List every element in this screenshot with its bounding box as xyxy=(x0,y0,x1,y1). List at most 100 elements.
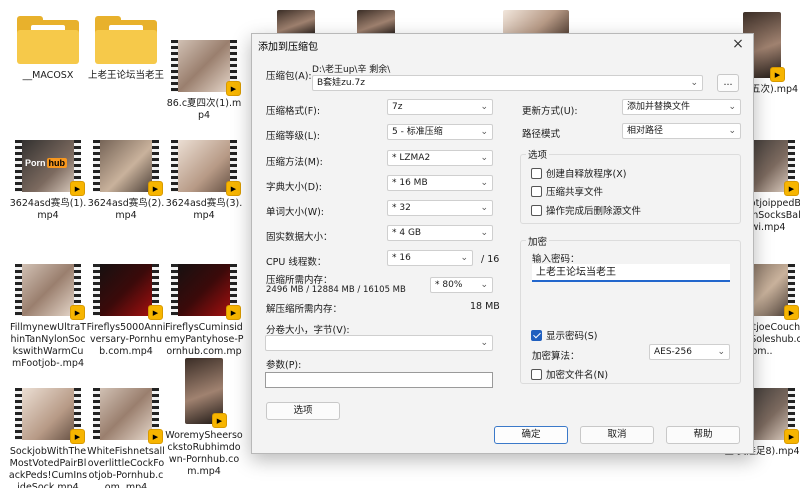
video-thumbnail: Porn hub ▶ xyxy=(15,140,85,196)
video-thumbnail: ▶ xyxy=(93,140,163,196)
file-item[interactable]: ▶ FillmynewUltraThinTanNylonSockswithWar… xyxy=(8,264,88,370)
video-thumbnail xyxy=(503,10,569,34)
path-select[interactable]: 相对路径 ⌄ xyxy=(622,123,741,139)
player-badge-icon: ▶ xyxy=(148,305,163,320)
chevron-down-icon: ⌄ xyxy=(717,347,725,357)
file-name: 86.c夏四次(1).mp4 xyxy=(166,98,242,121)
shared-checkbox[interactable]: 压缩共享文件 xyxy=(531,184,603,198)
file-item[interactable]: ▶ SockjobWithTheMostVotedPairBlackPeds!C… xyxy=(8,388,88,488)
folder-icon xyxy=(95,16,157,64)
browse-button[interactable]: ... xyxy=(717,74,739,92)
file-item[interactable]: ▶ 3624asd赛鸟(2).mp4 xyxy=(86,140,166,222)
update-select[interactable]: 添加并替换文件 ⌄ xyxy=(622,99,741,115)
ok-button[interactable]: 确定 xyxy=(494,426,568,444)
add-to-archive-dialog: 添加到压缩包 × 压缩包(A): D:\老王up\辛 剩余\ B套娃zu.7z ⌄… xyxy=(251,33,754,454)
level-select[interactable]: 5 - 标准压缩 ⌄ xyxy=(387,124,493,140)
player-badge-icon: ▶ xyxy=(212,413,227,428)
chevron-down-icon: ⌄ xyxy=(728,126,736,136)
dict-label: 字典大小(D): xyxy=(266,182,322,193)
file-item[interactable]: ▶ 86.c夏四次(1).mp4 xyxy=(164,40,244,122)
level-value: 5 - 标准压缩 xyxy=(392,127,443,137)
decomp-value: 18 MB xyxy=(470,301,500,312)
file-item[interactable]: ▶ Fireflys5000Anniversary-Pornhub.com.mp… xyxy=(86,264,166,358)
chevron-down-icon: ⌄ xyxy=(480,228,488,238)
file-name: __MACOSX xyxy=(22,70,74,81)
file-name: Fireflys5000Anniversary-Pornhub.com.mp4 xyxy=(86,322,166,357)
encryption-group-title: 加密 xyxy=(526,234,550,248)
path-value: 相对路径 xyxy=(627,126,664,136)
player-badge-icon: ▶ xyxy=(226,305,241,320)
delete-after-checkbox[interactable]: 操作完成后删除源文件 xyxy=(531,203,641,217)
checkbox-box xyxy=(531,167,542,179)
video-thumbnail: ▶ xyxy=(171,140,241,196)
dict-select[interactable]: * 16 MB ⌄ xyxy=(387,175,493,191)
file-item[interactable] xyxy=(496,10,576,34)
video-thumbnail: ▶ xyxy=(93,264,163,320)
checkbox-box xyxy=(531,204,542,216)
archive-name-combo[interactable]: B套娃zu.7z ⌄ xyxy=(312,75,703,91)
file-name: SockjobWithTheMostVotedPairBlackPeds!Cum… xyxy=(8,446,88,488)
video-thumbnail: ▶ xyxy=(15,388,85,444)
encrypt-names-checkbox[interactable]: 加密文件名(N) xyxy=(531,367,608,381)
file-name: 3624asd赛鸟(3).mp4 xyxy=(165,198,243,221)
checkbox-box xyxy=(531,329,542,341)
file-name: 3624asd赛鸟(1).mp4 xyxy=(9,198,87,221)
close-icon[interactable]: × xyxy=(729,35,747,53)
chevron-down-icon: ⌄ xyxy=(480,127,488,137)
folder-icon xyxy=(17,16,79,64)
word-label: 单词大小(W): xyxy=(266,207,325,218)
show-password-checkbox[interactable]: 显示密码(S) xyxy=(531,328,597,342)
video-thumbnail: ▶ xyxy=(171,40,241,96)
decomp-label: 解压缩所需内存： xyxy=(266,304,343,315)
dialog-title: 添加到压缩包 xyxy=(258,42,318,53)
path-label: 路径模式 xyxy=(522,129,561,140)
help-button[interactable]: 帮助 xyxy=(666,426,740,444)
file-item[interactable]: __MACOSX xyxy=(8,12,88,82)
password-input[interactable]: 上老王论坛当老王 xyxy=(532,264,730,282)
enc-method-select[interactable]: AES-256 ⌄ xyxy=(649,344,730,360)
cpu-max: / 16 xyxy=(481,254,500,265)
chevron-down-icon: ⌄ xyxy=(480,178,488,188)
method-select[interactable]: * LZMA2 ⌄ xyxy=(387,150,493,166)
file-item[interactable]: Porn hub ▶ 3624asd赛鸟(1).mp4 xyxy=(8,140,88,222)
player-badge-icon: ▶ xyxy=(226,181,241,196)
cpu-value: * 16 xyxy=(392,253,411,263)
chevron-down-icon: ⌄ xyxy=(480,153,488,163)
format-label: 压缩格式(F): xyxy=(266,106,321,117)
video-thumbnail: ▶ xyxy=(185,358,227,428)
format-select[interactable]: 7z ⌄ xyxy=(387,99,493,115)
pornhub-logo: Porn hub xyxy=(25,158,68,168)
mem-percent-select[interactable]: * 80% ⌄ xyxy=(430,277,493,293)
player-badge-icon: ▶ xyxy=(70,305,85,320)
file-name: FillmynewUltraThinTanNylonSockswithWarmC… xyxy=(9,322,87,369)
solid-select[interactable]: * 4 GB ⌄ xyxy=(387,225,493,241)
update-value: 添加并替换文件 xyxy=(627,102,691,112)
player-badge-icon: ▶ xyxy=(70,429,85,444)
update-label: 更新方式(U): xyxy=(522,106,578,117)
player-badge-icon: ▶ xyxy=(148,429,163,444)
params-input[interactable] xyxy=(265,372,493,388)
file-item[interactable]: ▶ FireflysCuminsidemyPantyhose-Pornhub.c… xyxy=(164,264,244,370)
split-size-combo[interactable]: ⌄ xyxy=(265,335,493,351)
options-group-title: 选项 xyxy=(526,147,550,161)
chevron-down-icon: ⌄ xyxy=(480,102,488,112)
word-select[interactable]: * 32 ⌄ xyxy=(387,200,493,216)
file-item[interactable]: ▶ WoremySheersockstoRubhimdown-Pornhub.c… xyxy=(164,358,244,478)
dict-value: * 16 MB xyxy=(392,178,428,188)
archive-label: 压缩包(A): xyxy=(266,71,312,82)
mem-percent-value: * 80% xyxy=(435,280,463,290)
cpu-select[interactable]: * 16 ⌄ xyxy=(387,250,473,266)
file-name: WoremySheersockstoRubhimdown-Pornhub.com… xyxy=(165,430,243,477)
archive-name-value: B套娃zu.7z xyxy=(317,78,365,88)
file-item[interactable]: ▶ 3624asd赛鸟(3).mp4 xyxy=(164,140,244,222)
cancel-button[interactable]: 取消 xyxy=(580,426,654,444)
mem-value: 2496 MB / 12884 MB / 16105 MB xyxy=(266,285,406,295)
sfx-checkbox[interactable]: 创建自释放程序(X) xyxy=(531,166,626,180)
file-item[interactable]: ▶ WhiteFishnetsalloverlittleCockFootjob-… xyxy=(86,388,166,488)
file-item[interactable]: 上老王论坛当老王 xyxy=(86,12,166,82)
player-badge-icon: ▶ xyxy=(226,81,241,96)
options-button[interactable]: 选项 xyxy=(266,402,340,420)
solid-label: 固实数据大小： xyxy=(266,232,333,243)
player-badge-icon: ▶ xyxy=(148,181,163,196)
cpu-label: CPU 线程数： xyxy=(266,257,327,268)
